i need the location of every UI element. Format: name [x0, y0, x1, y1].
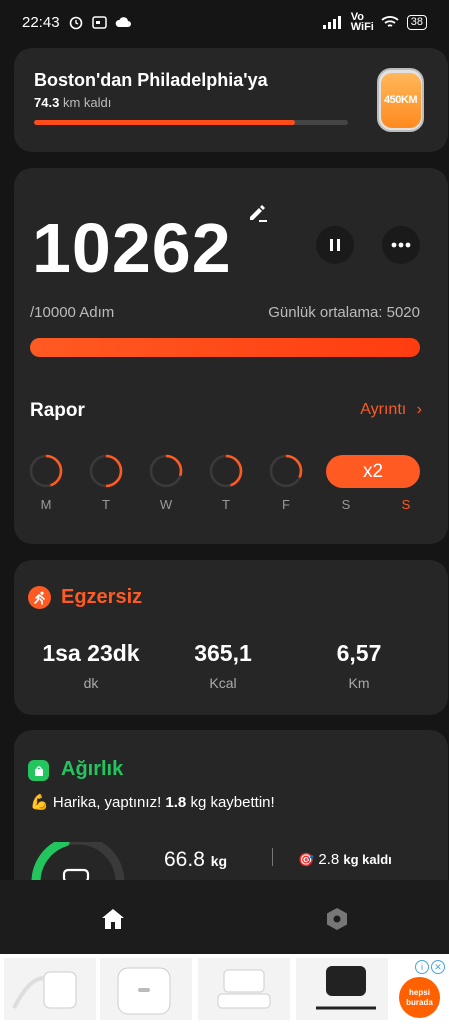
settings-icon — [327, 908, 347, 930]
battery-indicator: 38 — [406, 14, 427, 30]
day-label: T — [102, 497, 110, 512]
scale-icon — [28, 760, 49, 781]
exercise-calories: 365,1 Kcal — [158, 640, 288, 691]
current-weight: 66.8 kg — [164, 848, 227, 872]
medal-label: 450KM — [380, 72, 421, 128]
step-count: 10262 — [32, 209, 232, 287]
exercise-card[interactable]: Egzersiz 1sa 23dk dk 365,1 Kcal 6,57 Km — [14, 560, 448, 715]
day-label: M — [40, 497, 52, 512]
hepsiburada-logo[interactable]: hepsi burada — [399, 977, 440, 1018]
report-title: Rapor — [30, 400, 85, 421]
weight-message-suffix: kg kaybettin! — [190, 794, 275, 811]
bottom-navigation — [0, 880, 449, 954]
weight-lost-value: 1.8 — [165, 794, 187, 811]
weight-message-prefix: Harika, yaptınız! — [52, 794, 162, 811]
ad-banner[interactable]: i ✕ hepsi burada — [0, 954, 449, 1024]
steps-card: 10262 /10000 Adım Günlük ortalama: 5020 … — [14, 168, 448, 544]
daily-average: Günlük ortalama: 5020 — [268, 304, 420, 321]
day-progress-ring — [149, 454, 183, 488]
exercise-distance: 6,57 Km — [294, 640, 424, 691]
status-time: 22:43 — [22, 13, 60, 31]
current-weight-value: 66.8 — [164, 848, 205, 871]
steps-progress-track — [30, 338, 420, 357]
steps-progress-fill — [30, 338, 420, 357]
calendar-icon — [91, 16, 107, 29]
weight-remaining: 🎯 2.8 kg kaldı — [298, 851, 392, 868]
day-progress-ring — [29, 454, 63, 488]
stat-value: 6,57 — [336, 640, 382, 666]
route-medal-badge[interactable]: 450KM — [377, 68, 424, 132]
day-0[interactable]: M — [28, 454, 64, 512]
stat-value: 1sa 23dk — [42, 640, 140, 666]
details-link-label: Ayrıntı — [360, 401, 407, 418]
current-weight-unit: kg — [210, 853, 228, 869]
target-icon: 🎯 — [298, 852, 315, 867]
network-label: Vo WiFi — [350, 11, 374, 33]
ad-product-image[interactable] — [296, 958, 388, 1020]
wifi-icon — [381, 16, 399, 27]
info-icon[interactable]: i — [415, 960, 429, 974]
stat-unit: Km — [348, 675, 370, 691]
day-progress-ring — [89, 454, 123, 488]
ad-product-image[interactable] — [100, 958, 192, 1020]
weight-message: 💪 Harika, yaptınız! 1.8 kg kaybettin! — [30, 793, 275, 811]
stat-value: 365,1 — [194, 640, 252, 666]
exercise-title: Egzersiz — [61, 586, 143, 608]
day-progress-ring — [269, 454, 303, 488]
weight-title: Ağırlık — [61, 758, 124, 780]
divider — [272, 848, 273, 866]
day-label: T — [222, 497, 230, 512]
status-bar: 22:43 Vo WiFi 38 — [0, 0, 449, 44]
settings-tab[interactable] — [322, 904, 352, 934]
weight-remaining-unit: kg kaldı — [343, 852, 392, 867]
route-card[interactable]: Boston'dan Philadelphia'ya 74.3 km kaldı… — [14, 48, 448, 152]
signal-icon — [322, 15, 341, 29]
alarm-icon — [69, 16, 82, 30]
day-1[interactable]: T — [88, 454, 124, 512]
step-goal: /10000 Adım — [30, 304, 115, 321]
details-link[interactable]: Ayrıntı › — [360, 401, 422, 419]
exercise-duration: 1sa 23dk dk — [26, 640, 156, 691]
stat-unit: dk — [83, 675, 99, 691]
stat-unit: Kcal — [209, 675, 237, 691]
close-icon[interactable]: ✕ — [431, 960, 445, 974]
day-4[interactable]: F — [268, 454, 304, 512]
weight-gauge — [31, 842, 125, 882]
day-3[interactable]: T — [208, 454, 244, 512]
ad-product-image[interactable] — [4, 958, 96, 1020]
weight-remaining-value: 2.8 — [318, 851, 340, 868]
pause-button[interactable] — [316, 226, 354, 264]
pause-icon — [330, 239, 340, 251]
day-2[interactable]: W — [148, 454, 184, 512]
cloud-icon — [115, 17, 131, 27]
more-icon — [391, 242, 411, 248]
ad-product-image[interactable] — [198, 958, 290, 1020]
multiplier-badge[interactable]: x2 — [326, 455, 420, 488]
route-progress-fill — [34, 120, 295, 125]
day-label: S — [401, 497, 411, 512]
chevron-right-icon: › — [416, 401, 422, 418]
route-remaining: 74.3 km kaldı — [34, 95, 111, 110]
day-label: W — [159, 497, 173, 512]
day-progress-ring — [209, 454, 243, 488]
route-remaining-value: 74.3 — [34, 95, 60, 110]
more-options-button[interactable] — [382, 226, 420, 264]
day-label: S — [341, 497, 351, 512]
running-icon — [28, 586, 51, 609]
day-label: F — [282, 497, 290, 512]
home-icon — [102, 909, 124, 929]
route-progress-track — [34, 120, 348, 125]
route-remaining-label: km kaldı — [62, 95, 112, 110]
ad-choices[interactable]: i ✕ — [415, 960, 445, 974]
home-tab[interactable] — [98, 904, 128, 934]
edit-icon[interactable] — [246, 200, 270, 229]
muscle-icon: 💪 — [30, 794, 49, 811]
route-title: Boston'dan Philadelphia'ya — [34, 70, 268, 90]
